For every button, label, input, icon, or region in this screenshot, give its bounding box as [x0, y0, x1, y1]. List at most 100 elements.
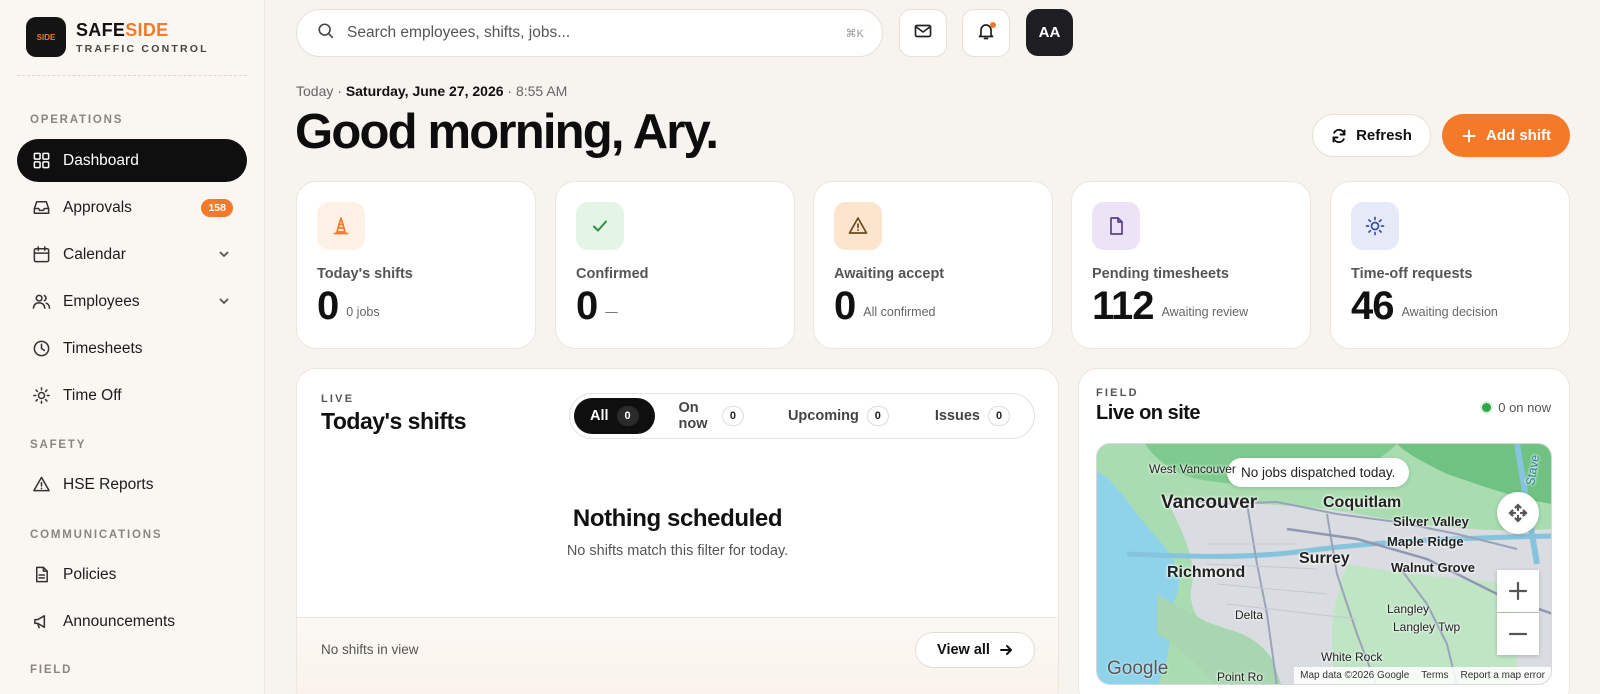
map-zoom-out-button[interactable]: [1497, 613, 1539, 655]
tab-label: On now: [678, 400, 708, 432]
sidebar-item-dashboard[interactable]: Dashboard: [17, 139, 247, 182]
current-time: · 8:55 AM: [507, 83, 568, 99]
map-place-label: Vancouver: [1161, 492, 1258, 513]
shift-filter-tabs: All 0 On now 0 Upcoming 0 Issues 0: [569, 393, 1035, 439]
sidebar-item-hse-reports[interactable]: HSE Reports: [17, 463, 247, 506]
notification-dot: [990, 22, 996, 28]
map-place-label: Langley: [1387, 602, 1430, 616]
stat-card-awaiting-accept[interactable]: Awaiting accept 0 All confirmed: [813, 181, 1053, 349]
sidebar-item-calendar[interactable]: Calendar: [17, 233, 247, 276]
current-date: Saturday, June 27, 2026: [345, 83, 504, 99]
sidebar: SIDE SAFESIDE TRAFFIC CONTROL OPERATIONS…: [0, 0, 265, 694]
live-map[interactable]: No jobs dispatched today. West Vancouver…: [1096, 443, 1552, 685]
brand-logo: SIDE: [26, 17, 66, 57]
search-input[interactable]: [347, 24, 827, 42]
brand[interactable]: SIDE SAFESIDE TRAFFIC CONTROL: [26, 17, 209, 57]
shifts-footer: No shifts in view View all: [297, 617, 1058, 694]
sidebar-item-label: Calendar: [63, 245, 126, 263]
sidebar-item-time-off[interactable]: Time Off: [17, 374, 247, 417]
sidebar-item-employees[interactable]: Employees: [17, 280, 247, 323]
todays-shifts-panel: LIVE Today's shifts All 0 On now 0 Upcomin…: [296, 368, 1059, 694]
brand-logo-text: SIDE: [36, 32, 56, 42]
brand-name-part2: SIDE: [125, 19, 169, 40]
tab-on-now[interactable]: On now 0: [663, 398, 760, 434]
sidebar-item-label: Timesheets: [63, 339, 143, 357]
stat-card-confirmed[interactable]: Confirmed 0—: [555, 181, 795, 349]
stat-card-time-off-requests[interactable]: Time-off requests 46 Awaiting decision: [1330, 181, 1570, 349]
stat-card-pending-timesheets[interactable]: Pending timesheets 112 Awaiting review: [1071, 181, 1311, 349]
map-place-label: White Rock: [1321, 650, 1383, 664]
report-map-error-link[interactable]: Report a map error: [1461, 670, 1545, 681]
stat-sub: 0 jobs: [346, 305, 380, 319]
sidebar-item-announcements[interactable]: Announcements: [17, 600, 247, 643]
chevron-down-icon[interactable]: [217, 294, 231, 308]
stat-sub: Awaiting decision: [1401, 305, 1498, 319]
approvals-count-badge: 158: [201, 199, 233, 217]
on-now-count: 0 on now: [1498, 400, 1551, 415]
search-bar[interactable]: ⌘K: [296, 9, 883, 57]
empty-state-subtitle: No shifts match this filter for today.: [566, 543, 789, 559]
stat-value: 0 All confirmed: [834, 286, 936, 326]
stat-number: 46: [1351, 284, 1394, 328]
map-fullscreen-button[interactable]: [1497, 492, 1539, 534]
brand-name-part1: SAFE: [76, 19, 126, 40]
map-terms-link[interactable]: Terms: [1421, 670, 1448, 681]
section-safety: SAFETY: [30, 439, 87, 451]
map-place-label: West Vancouver: [1149, 462, 1236, 476]
tab-label: Upcoming: [787, 408, 859, 424]
brand-divider: [17, 75, 247, 76]
map-place-label: Coquitlam: [1323, 494, 1402, 511]
arrow-right-icon: [999, 645, 1012, 655]
tab-issues[interactable]: Issues 0: [919, 398, 1026, 434]
date-prefix: Today ·: [296, 83, 342, 99]
footer-status: No shifts in view: [321, 642, 419, 657]
map-data-credit: Map data ©2026 Google: [1300, 670, 1410, 681]
stat-label: Pending timesheets: [1092, 266, 1229, 282]
map-zoom-in-button[interactable]: [1497, 570, 1539, 612]
brand-subtitle: TRAFFIC CONTROL: [76, 42, 209, 55]
tab-count: 0: [988, 406, 1010, 426]
view-all-button[interactable]: View all: [915, 632, 1035, 668]
stat-value: 0—: [576, 286, 618, 326]
sidebar-item-label: HSE Reports: [63, 475, 154, 493]
tab-count: 0: [616, 406, 639, 426]
tab-upcoming[interactable]: Upcoming 0: [772, 398, 905, 434]
sidebar-item-approvals[interactable]: Approvals 158: [17, 186, 247, 229]
map-place-label: Silver Valley: [1393, 514, 1469, 529]
tab-all[interactable]: All 0: [574, 398, 655, 434]
grid-icon: [31, 151, 51, 171]
document-icon: [31, 565, 51, 585]
stat-value: 112 Awaiting review: [1092, 286, 1248, 326]
messages-button[interactable]: [899, 9, 947, 57]
refresh-label: Refresh: [1356, 127, 1412, 144]
map-place-label: Maple Ridge: [1387, 534, 1464, 549]
sidebar-item-label: Approvals: [63, 198, 132, 216]
notifications-button[interactable]: [962, 9, 1010, 57]
map-place-label: Richmond: [1167, 564, 1246, 581]
map-place-label: Point Ro: [1217, 670, 1264, 684]
sidebar-item-label: Dashboard: [63, 151, 139, 169]
warning-icon: [834, 202, 882, 250]
stat-value: 46 Awaiting decision: [1351, 286, 1498, 326]
search-icon: [317, 22, 335, 45]
document-icon: [1092, 202, 1140, 250]
tab-count: 0: [866, 406, 889, 426]
stat-sub: All confirmed: [863, 305, 936, 319]
stat-card-todays-shifts[interactable]: Today's shifts 0 0 jobs: [296, 181, 536, 349]
tab-label: Issues: [934, 408, 980, 424]
sidebar-item-timesheets[interactable]: Timesheets: [17, 327, 247, 370]
stat-label: Confirmed: [576, 266, 649, 282]
add-shift-label: Add shift: [1486, 127, 1551, 144]
section-operations: OPERATIONS: [30, 114, 124, 126]
add-shift-button[interactable]: Add shift: [1442, 114, 1570, 157]
avatar[interactable]: AA: [1026, 9, 1073, 56]
refresh-button[interactable]: Refresh: [1312, 114, 1431, 157]
stat-number: 112: [1092, 284, 1155, 328]
view-all-label: View all: [937, 642, 990, 658]
sidebar-item-policies[interactable]: Policies: [17, 553, 247, 596]
chevron-down-icon[interactable]: [217, 247, 231, 261]
search-shortcut: ⌘K: [845, 27, 864, 40]
section-communications: COMMUNICATIONS: [30, 529, 163, 541]
refresh-icon: [1332, 128, 1346, 143]
stat-sub: Awaiting review: [1161, 305, 1249, 319]
